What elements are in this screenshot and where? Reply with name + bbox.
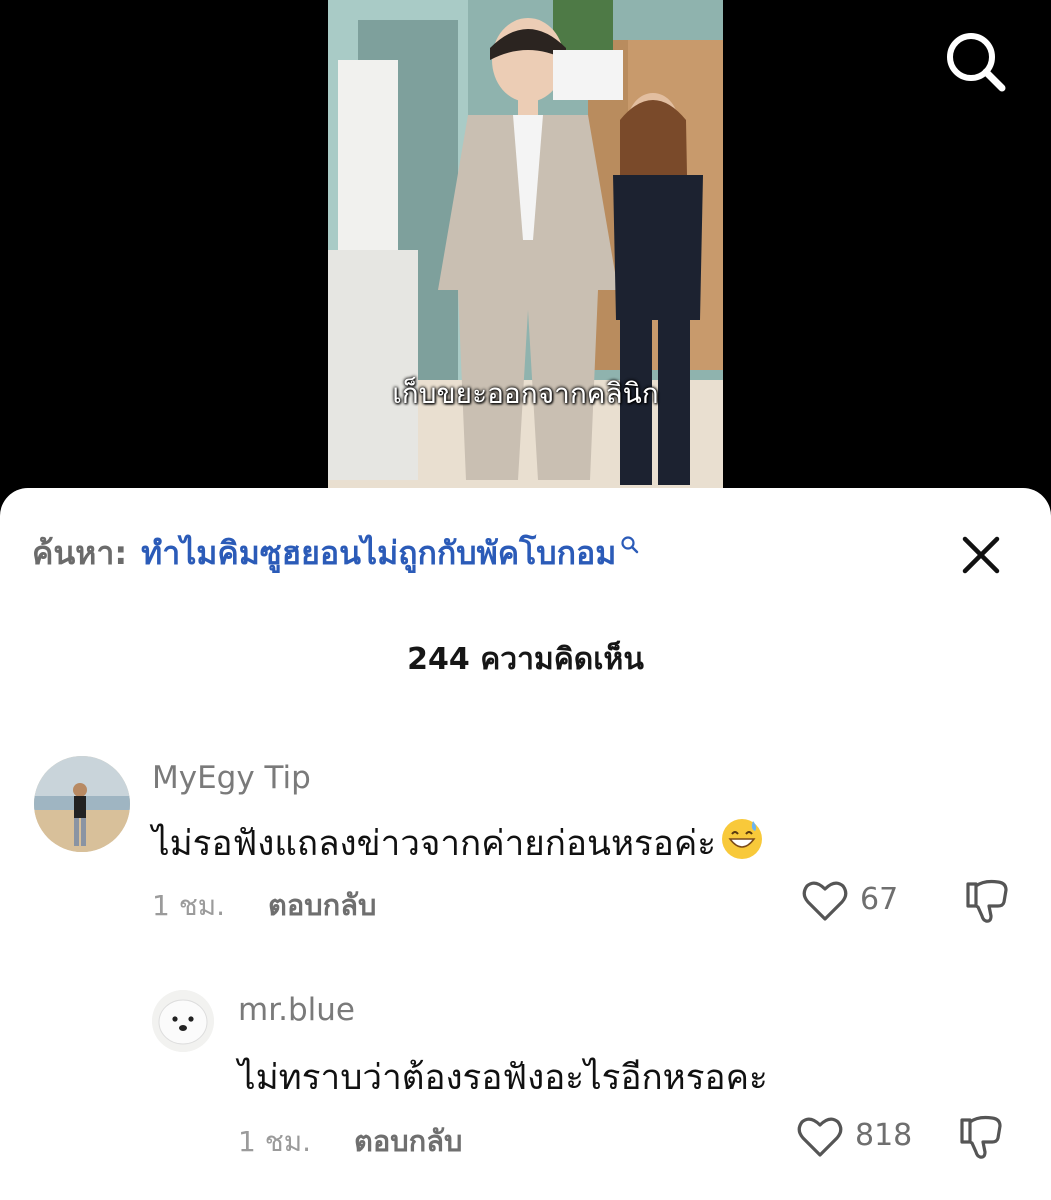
avatar[interactable] <box>152 990 214 1052</box>
comment-username[interactable]: mr.blue <box>238 992 355 1028</box>
like-count: 67 <box>860 882 899 917</box>
reply-button[interactable]: ตอบกลับ <box>354 1118 462 1164</box>
comment-text: ไม่รอฟังแถลงข่าวจากค่ายก่อนหรอค่ะ <box>152 816 764 871</box>
comment-text-body: ไม่รอฟังแถลงข่าวจากค่ายก่อนหรอค่ะ <box>152 824 717 864</box>
search-icon[interactable] <box>942 28 1008 94</box>
search-query-link[interactable]: ทำไมคิมซูฮยอนไม่ถูกกับพัคโบกอม <box>141 528 616 579</box>
comment-time: 1 ชม. <box>238 1125 312 1158</box>
comment-time: 1 ชม. <box>152 889 226 922</box>
video-caption: เก็บขยะออกจากคลินิก <box>392 377 659 410</box>
comment-text: ไม่ทราบว่าต้องรอฟังอะไรอีกหรอคะ <box>238 1058 768 1098</box>
comments-sheet: ค้นหา: ทำไมคิมซูฮยอนไม่ถูกกับพัคโบกอม 24… <box>0 488 1051 1200</box>
small-search-icon <box>620 525 640 563</box>
close-icon[interactable] <box>958 532 1004 578</box>
video-frame-illustration <box>328 0 723 500</box>
heart-icon[interactable] <box>795 1112 845 1162</box>
thumbs-down-icon[interactable] <box>956 1112 1006 1162</box>
grinning-sweat-emoji-icon <box>720 817 764 861</box>
search-prefix-label: ค้นหา: <box>32 533 128 572</box>
reply-button[interactable]: ตอบกลับ <box>268 882 376 928</box>
avatar[interactable] <box>34 756 130 852</box>
related-search[interactable]: ค้นหา: ทำไมคิมซูฮยอนไม่ถูกกับพัคโบกอม <box>32 528 640 578</box>
comment-username[interactable]: MyEgy Tip <box>152 760 311 796</box>
video-player[interactable]: เก็บขยะออกจากคลินิก <box>328 0 723 500</box>
heart-icon[interactable] <box>800 876 850 926</box>
thumbs-down-icon[interactable] <box>962 876 1012 926</box>
screen: เก็บขยะออกจากคลินิก ค้นหา: ทำไมคิมซูฮยอน… <box>0 0 1051 1200</box>
comment-count-title: 244 ความคิดเห็น <box>407 642 644 677</box>
like-count: 818 <box>855 1118 913 1153</box>
